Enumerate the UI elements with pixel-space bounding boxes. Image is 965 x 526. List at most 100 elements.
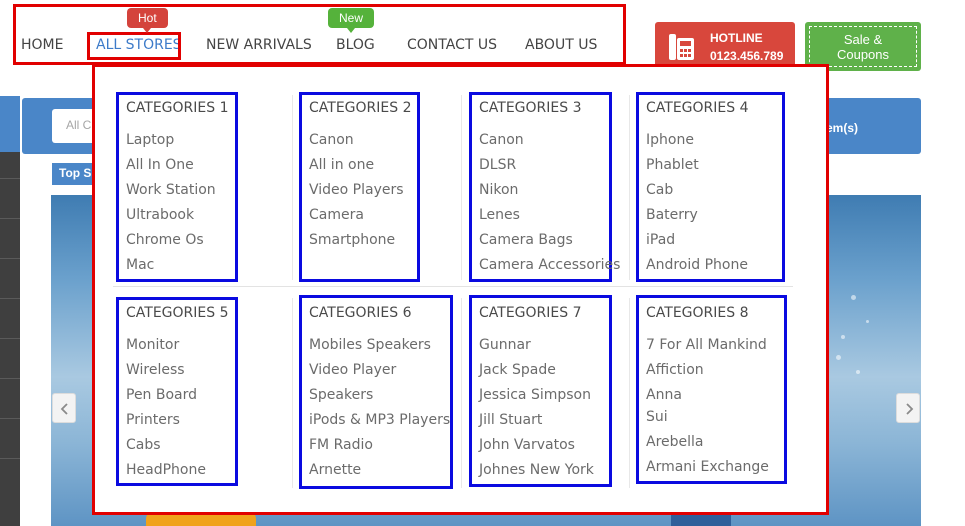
- left-strip-divider: [0, 218, 20, 219]
- category-link[interactable]: Lenes: [479, 206, 620, 231]
- category-link[interactable]: Iphone: [646, 131, 748, 156]
- category-link[interactable]: Mac: [126, 256, 216, 281]
- category-select-placeholder: All C: [66, 118, 92, 132]
- nav-new-arrivals[interactable]: NEW ARRIVALS: [206, 37, 312, 53]
- category-link[interactable]: Arnette: [309, 461, 450, 486]
- left-strip-accent: [0, 96, 20, 152]
- left-strip-divider: [0, 258, 20, 259]
- category-link[interactable]: Speakers: [309, 386, 450, 411]
- category-link[interactable]: Chrome Os: [126, 231, 216, 256]
- category-link[interactable]: All In One: [126, 156, 216, 181]
- mega-menu-col-divider: [461, 95, 462, 280]
- mega-menu-col-divider: [629, 298, 630, 488]
- category-link[interactable]: Jill Stuart: [479, 411, 594, 436]
- category-title[interactable]: CATEGORIES 7: [479, 305, 581, 321]
- category-link[interactable]: Printers: [126, 411, 206, 436]
- category-title[interactable]: CATEGORIES 4: [646, 100, 748, 116]
- category-link[interactable]: Video Player: [309, 361, 450, 386]
- category-link[interactable]: Pen Board: [126, 386, 206, 411]
- category-link[interactable]: Anna: [646, 386, 769, 408]
- category-link[interactable]: Arebella: [646, 433, 769, 458]
- nav-blog[interactable]: BLOG: [336, 37, 375, 53]
- category-link[interactable]: Camera Accessories: [479, 256, 620, 281]
- banner-next-button[interactable]: [896, 393, 920, 423]
- category-group: CATEGORIES 3 Canon DLSR Nikon Lenes Came…: [469, 92, 620, 282]
- mega-menu-col-divider: [292, 298, 293, 488]
- category-link[interactable]: Jessica Simpson: [479, 386, 594, 411]
- left-strip-divider: [0, 458, 20, 459]
- category-link[interactable]: Cabs: [126, 436, 206, 461]
- category-link[interactable]: Phablet: [646, 156, 748, 181]
- banner-prev-button[interactable]: [52, 393, 76, 423]
- hotline-title: HOTLINE: [710, 31, 763, 45]
- nav-contact-us[interactable]: CONTACT US: [407, 37, 497, 53]
- category-link[interactable]: Wireless: [126, 361, 206, 386]
- tab-top-sale-label: Top S: [59, 166, 92, 180]
- coupons-line-1: Sale &: [843, 32, 883, 47]
- cart-items-count[interactable]: em(s): [826, 121, 858, 135]
- category-link[interactable]: Camera Bags: [479, 231, 620, 256]
- category-link[interactable]: HeadPhone: [126, 461, 206, 486]
- left-sidebar-strip: [0, 96, 20, 526]
- chevron-left-icon: [60, 403, 68, 415]
- category-link[interactable]: Smartphone: [309, 231, 404, 256]
- chevron-right-icon: [906, 403, 914, 415]
- category-link[interactable]: Mobiles Speakers: [309, 336, 450, 361]
- phone-icon: [669, 34, 694, 60]
- category-group: CATEGORIES 8 7 For All Mankind Affiction…: [636, 295, 787, 484]
- category-group: CATEGORIES 6 Mobiles Speakers Video Play…: [299, 295, 453, 489]
- category-link[interactable]: iPad: [646, 231, 748, 256]
- left-strip-divider: [0, 298, 20, 299]
- category-link[interactable]: Gunnar: [479, 336, 594, 361]
- category-link[interactable]: Canon: [479, 131, 620, 156]
- category-title[interactable]: CATEGORIES 1: [126, 100, 228, 116]
- nav-about-us[interactable]: ABOUT US: [525, 37, 597, 53]
- category-link[interactable]: Android Phone: [646, 256, 748, 281]
- nav-home[interactable]: HOME: [21, 37, 63, 53]
- category-link[interactable]: Nikon: [479, 181, 620, 206]
- category-link[interactable]: Johnes New York: [479, 461, 594, 486]
- category-link[interactable]: Jack Spade: [479, 361, 594, 386]
- mega-menu-row-divider: [113, 286, 793, 287]
- category-title[interactable]: CATEGORIES 6: [309, 305, 411, 321]
- category-link[interactable]: Monitor: [126, 336, 206, 361]
- category-link[interactable]: DLSR: [479, 156, 620, 181]
- category-link[interactable]: 7 For All Mankind: [646, 336, 769, 361]
- mega-menu-col-divider: [461, 298, 462, 488]
- left-strip-divider: [0, 338, 20, 339]
- category-link[interactable]: Ultrabook: [126, 206, 216, 231]
- category-link[interactable]: Laptop: [126, 131, 216, 156]
- category-title[interactable]: CATEGORIES 2: [309, 100, 411, 116]
- active-nav-highlight: [87, 32, 181, 60]
- category-link[interactable]: All in one: [309, 156, 404, 181]
- category-group: CATEGORIES 2 Canon All in one Video Play…: [299, 92, 420, 282]
- category-group: CATEGORIES 5 Monitor Wireless Pen Board …: [116, 297, 238, 486]
- category-link[interactable]: Cab: [646, 181, 748, 206]
- category-link[interactable]: Sui: [646, 408, 769, 433]
- category-group: CATEGORIES 1 Laptop All In One Work Stat…: [116, 92, 238, 282]
- category-group: CATEGORIES 7 Gunnar Jack Spade Jessica S…: [469, 295, 612, 487]
- mega-menu-col-divider: [629, 95, 630, 280]
- category-title[interactable]: CATEGORIES 3: [479, 100, 581, 116]
- coupons-line-2: Coupons: [836, 47, 890, 62]
- new-badge: New: [328, 8, 375, 33]
- hotline-number: 0123.456.789: [710, 49, 784, 63]
- mega-menu-col-divider: [292, 95, 293, 280]
- category-link[interactable]: iPods & MP3 Players: [309, 411, 450, 436]
- category-link[interactable]: Canon: [309, 131, 404, 156]
- left-strip-divider: [0, 178, 20, 179]
- left-strip-divider: [0, 378, 20, 379]
- category-link[interactable]: John Varvatos: [479, 436, 594, 461]
- category-link[interactable]: Video Players: [309, 181, 404, 206]
- hot-badge: Hot: [127, 8, 168, 33]
- category-link[interactable]: Work Station: [126, 181, 216, 206]
- category-link[interactable]: Baterry: [646, 206, 748, 231]
- category-title[interactable]: CATEGORIES 5: [126, 305, 228, 321]
- category-link[interactable]: Affiction: [646, 361, 769, 386]
- category-link[interactable]: Camera: [309, 206, 404, 231]
- left-strip-divider: [0, 418, 20, 419]
- category-group: CATEGORIES 4 Iphone Phablet Cab Baterry …: [636, 92, 785, 282]
- category-link[interactable]: Armani Exchange: [646, 458, 769, 483]
- category-title[interactable]: CATEGORIES 8: [646, 305, 748, 321]
- category-link[interactable]: FM Radio: [309, 436, 450, 461]
